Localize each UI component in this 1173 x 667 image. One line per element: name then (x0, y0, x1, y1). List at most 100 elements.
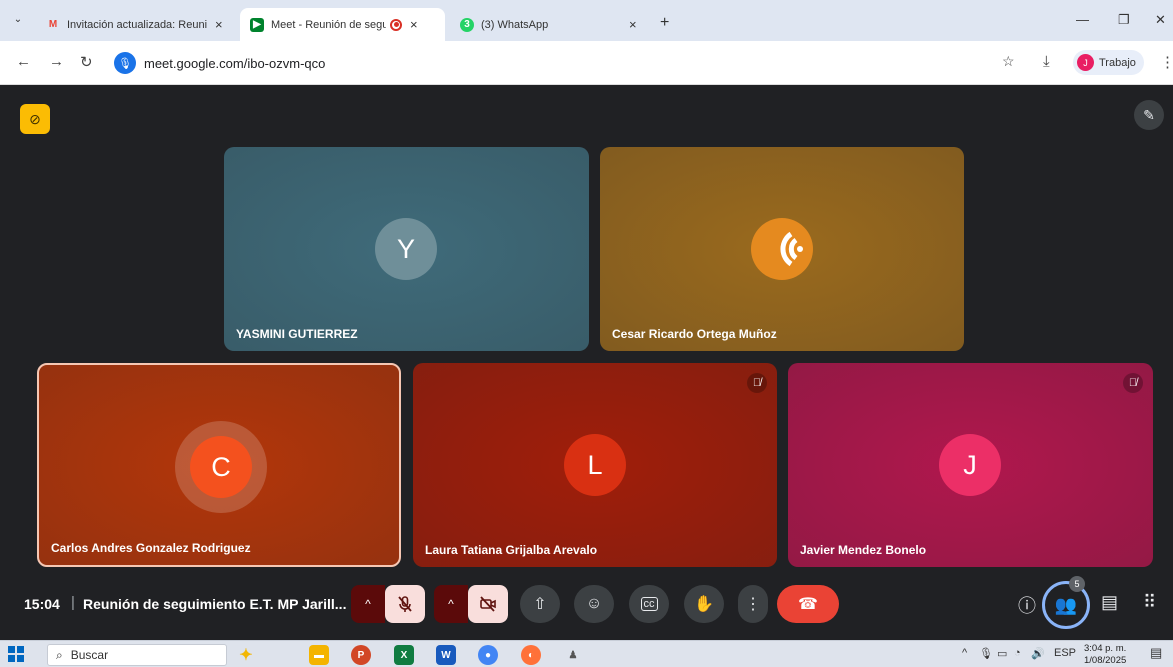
tab-title: (3) WhatsApp (481, 18, 549, 31)
audio-options-icon[interactable]: ^ (351, 585, 385, 623)
word-icon[interactable]: W (436, 645, 456, 665)
wifi-icon[interactable]: ◔ (1014, 647, 1021, 659)
reload-icon[interactable]: ↻ (80, 53, 93, 71)
meeting-title: Reunión de seguimiento E.T. MP Jarill... (83, 596, 347, 612)
participant-tile-speaking[interactable]: C Carlos Andres Gonzalez Rodriguez (37, 363, 401, 567)
search-icon: ⌕ (56, 647, 63, 662)
firefox-icon[interactable]: ◐ (521, 645, 541, 665)
site-info-icon[interactable]: 🎙 (114, 52, 136, 74)
participant-logo-avatar (751, 218, 813, 280)
participant-name: Carlos Andres Gonzalez Rodriguez (51, 541, 251, 555)
captions-icon: cc (640, 597, 658, 611)
activities-icon[interactable]: ⠿ (1143, 592, 1156, 613)
browser-tab-bar: ⌄ M Invitación actualizada: Reunión × ▶ … (0, 0, 1173, 41)
people-count-badge: 5 (1069, 576, 1085, 592)
back-icon[interactable]: ← (16, 53, 31, 70)
taskbar-search[interactable]: ⌕ Buscar (47, 644, 227, 666)
reactions-button[interactable]: ☺ (574, 585, 614, 623)
file-explorer-icon[interactable]: ▬ (309, 645, 329, 665)
taskbar-clock[interactable]: 3:04 p. m. 1/08/2025 (1084, 643, 1126, 667)
close-window-icon[interactable]: ✕ (1155, 12, 1166, 28)
emoji-icon: ☺ (585, 595, 603, 612)
browser-menu-icon[interactable]: ⋮ (1160, 53, 1173, 71)
camera-off-button[interactable] (468, 585, 508, 623)
video-options-icon[interactable]: ^ (434, 585, 468, 623)
mic-off-button[interactable] (385, 585, 425, 623)
restore-icon[interactable]: ❐ (1118, 12, 1130, 28)
leave-call-button[interactable]: ☎ (777, 585, 839, 623)
close-tab-icon[interactable]: × (215, 17, 223, 32)
minimize-icon[interactable]: — (1076, 12, 1089, 27)
tray-mic-icon[interactable]: 🎙 (979, 647, 993, 660)
tray-expand-icon[interactable]: ^ (962, 647, 967, 659)
mic-off-icon: 🎙̸ (747, 373, 767, 393)
present-screen-button[interactable]: ⇧ (520, 585, 560, 623)
excel-icon[interactable]: X (394, 645, 414, 665)
captions-button[interactable]: cc (629, 585, 669, 623)
participant-tile[interactable]: Y YASMINI GUTIERREZ (224, 147, 589, 351)
profile-button[interactable]: J Trabajo (1073, 50, 1144, 75)
tab-title: Invitación actualizada: Reunión (67, 18, 207, 31)
tab-whatsapp[interactable]: 3 (3) WhatsApp × (450, 8, 650, 41)
wifi-logo-icon (751, 218, 813, 280)
mic-control-group: ^ (351, 585, 425, 623)
meeting-info-icon[interactable]: ⓘ (1018, 592, 1036, 618)
raise-hand-button[interactable]: ✋ (684, 585, 724, 623)
hand-icon: ✋ (694, 596, 714, 613)
chrome-icon[interactable]: ● (478, 645, 498, 665)
new-tab-icon[interactable]: + (660, 14, 669, 32)
windows-taskbar: ⌕ Buscar ✦ ▬ P X W ● ◐ ♟ ^ 🎙 ▭ ◔ 🔊 ESP 3… (0, 640, 1173, 667)
more-options-button[interactable]: ⋮ (738, 585, 768, 623)
participant-name: Javier Mendez Bonelo (800, 543, 927, 557)
omnibox[interactable]: 🎙 meet.google.com/ibo-ozvm-qco (110, 48, 1030, 78)
participant-tile[interactable]: Cesar Ricardo Ortega Muñoz (600, 147, 964, 351)
download-icon[interactable]: ⤓ (1043, 53, 1050, 70)
participant-name: Cesar Ricardo Ortega Muñoz (612, 327, 777, 341)
camera-off-icon (480, 596, 496, 612)
meeting-clock: 15:04 (24, 596, 60, 612)
camera-off-badge-icon[interactable]: ⊘ (20, 104, 50, 134)
clock-time: 3:04 p. m. (1084, 643, 1127, 654)
app-pin-icon[interactable]: ♟ (563, 645, 583, 665)
tab-meet[interactable]: ▶ Meet - Reunión de seguimi × (240, 8, 445, 41)
participant-avatar: C (190, 436, 252, 498)
url-text[interactable]: meet.google.com/ibo-ozvm-qco (144, 56, 325, 71)
bookmark-star-icon[interactable]: ☆ (1002, 53, 1015, 70)
meeting-stage: ⊘ ✎ Y YASMINI GUTIERREZ Cesar Ricardo Or… (0, 86, 1173, 630)
participant-avatar: J (939, 434, 1001, 496)
clock-date: 1/08/2025 (1084, 655, 1127, 666)
windows-start-icon[interactable] (8, 646, 24, 662)
notifications-icon[interactable]: ▤ (1150, 645, 1162, 661)
mic-off-icon: 🎙̸ (1123, 373, 1143, 393)
volume-icon[interactable]: 🔊 (1031, 647, 1045, 660)
whatsapp-icon: 3 (460, 17, 474, 32)
camera-control-group: ^ (434, 585, 508, 623)
powerpoint-icon[interactable]: P (351, 645, 371, 665)
more-vert-icon: ⋮ (745, 596, 761, 613)
participant-tile[interactable]: 🎙̸ L Laura Tatiana Grijalba Arevalo (413, 363, 777, 567)
copilot-sparkle-icon[interactable]: ✦ (236, 645, 256, 665)
tab-title: Meet - Reunión de seguimi (271, 18, 386, 31)
battery-icon[interactable]: ▭ (997, 647, 1007, 660)
participant-name: Laura Tatiana Grijalba Arevalo (425, 543, 598, 557)
participant-name: YASMINI GUTIERREZ (236, 327, 358, 341)
meeting-control-bar: 15:04 | Reunión de seguimiento E.T. MP J… (0, 575, 1173, 633)
gmail-icon: M (48, 19, 58, 30)
participant-tile[interactable]: 🎙̸ J Javier Mendez Bonelo (788, 363, 1153, 567)
mic-off-icon (398, 596, 412, 612)
visual-effects-icon[interactable]: ✎ (1134, 100, 1164, 130)
language-indicator[interactable]: ESP (1054, 647, 1076, 659)
close-tab-icon[interactable]: × (410, 17, 418, 32)
participant-avatar: Y (375, 218, 437, 280)
hang-up-icon: ☎ (798, 596, 818, 613)
forward-icon[interactable]: → (49, 53, 64, 70)
present-icon: ⇧ (533, 596, 547, 613)
chat-icon[interactable]: ▤ (1101, 592, 1118, 613)
tab-gmail[interactable]: M Invitación actualizada: Reunión × (36, 8, 233, 41)
people-icon: 👥 (1054, 594, 1078, 615)
profile-name: Trabajo (1099, 56, 1136, 69)
address-bar-row: ← → ↻ 🎙 meet.google.com/ibo-ozvm-qco ☆ ⤓… (0, 41, 1173, 85)
close-tab-icon[interactable]: × (629, 17, 637, 32)
profile-avatar: J (1077, 54, 1094, 71)
tab-search-icon[interactable]: ⌄ (8, 14, 28, 32)
